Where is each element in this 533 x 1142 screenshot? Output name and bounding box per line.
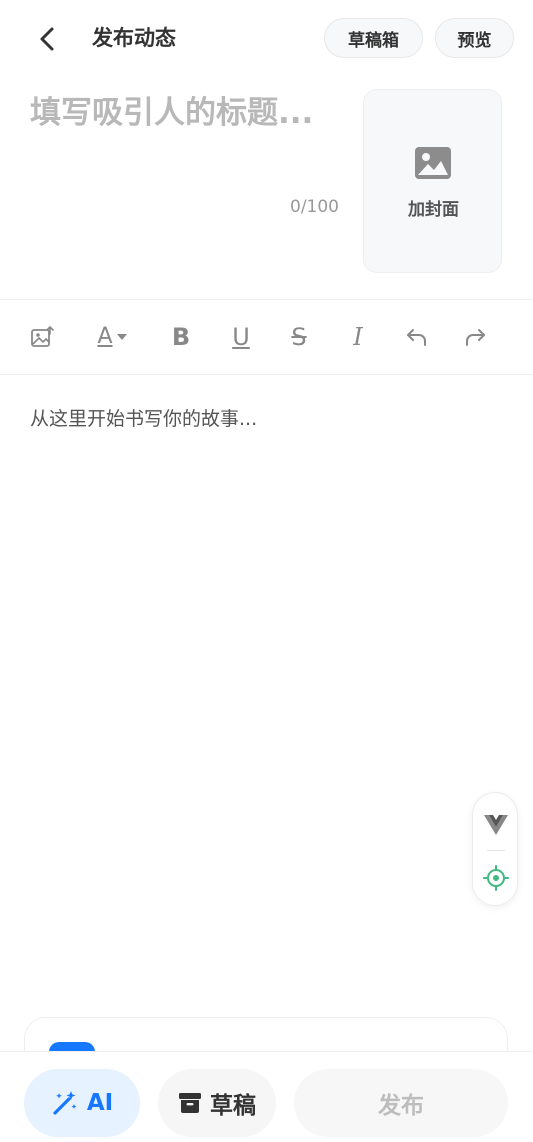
publish-button[interactable]: 发布: [294, 1069, 508, 1137]
chevron-left-icon: [40, 27, 54, 51]
bold-icon: B: [171, 323, 191, 351]
undo-icon: [407, 329, 426, 346]
title-placeholder: 填写吸引人的标题...: [30, 95, 314, 131]
ai-button[interactable]: AI: [24, 1069, 140, 1137]
page-title: 发布动态: [92, 26, 176, 50]
italic-icon: I: [353, 323, 363, 351]
underline-icon: U: [232, 323, 250, 351]
magic-wand-icon: [51, 1089, 79, 1117]
font-color-button[interactable]: A: [92, 320, 132, 354]
image-insert-icon: [31, 325, 54, 347]
divider: [0, 374, 533, 375]
image-icon: [415, 147, 451, 179]
undo-button[interactable]: [400, 320, 434, 354]
archive-box-icon: [178, 1091, 202, 1115]
ai-button-label: AI: [86, 1090, 114, 1116]
title-char-count: 0/100: [290, 197, 339, 217]
divider: [487, 850, 505, 851]
preview-button[interactable]: 预览: [435, 18, 514, 58]
add-cover-button[interactable]: 加封面: [363, 89, 502, 273]
insert-image-button[interactable]: [25, 320, 59, 354]
caret-down-icon: [116, 334, 127, 340]
content-editor[interactable]: 从这里开始书写你的故事...: [30, 405, 500, 433]
back-button[interactable]: [30, 22, 64, 56]
italic-button[interactable]: I: [341, 320, 375, 354]
underline-button[interactable]: U: [224, 320, 258, 354]
bold-button[interactable]: B: [164, 320, 198, 354]
redo-button[interactable]: [458, 320, 492, 354]
strikethrough-button[interactable]: S: [282, 320, 316, 354]
redo-icon: [466, 329, 485, 346]
format-toolbar: A B U S I: [0, 300, 533, 374]
save-draft-button[interactable]: 草稿: [158, 1069, 276, 1137]
save-draft-label: 草稿: [210, 1093, 256, 1119]
font-color-icon: A: [97, 324, 113, 349]
header: 发布动态 草稿箱 预览: [0, 0, 533, 78]
floating-toolbox: [472, 792, 518, 906]
strikethrough-icon: S: [291, 323, 307, 351]
drafts-box-button[interactable]: 草稿箱: [324, 18, 423, 58]
add-cover-label: 加封面: [408, 200, 459, 220]
bottom-action-bar: AI 草稿 发布: [0, 1051, 533, 1142]
locate-icon[interactable]: [483, 865, 509, 891]
vue-devtools-icon[interactable]: [483, 811, 509, 837]
